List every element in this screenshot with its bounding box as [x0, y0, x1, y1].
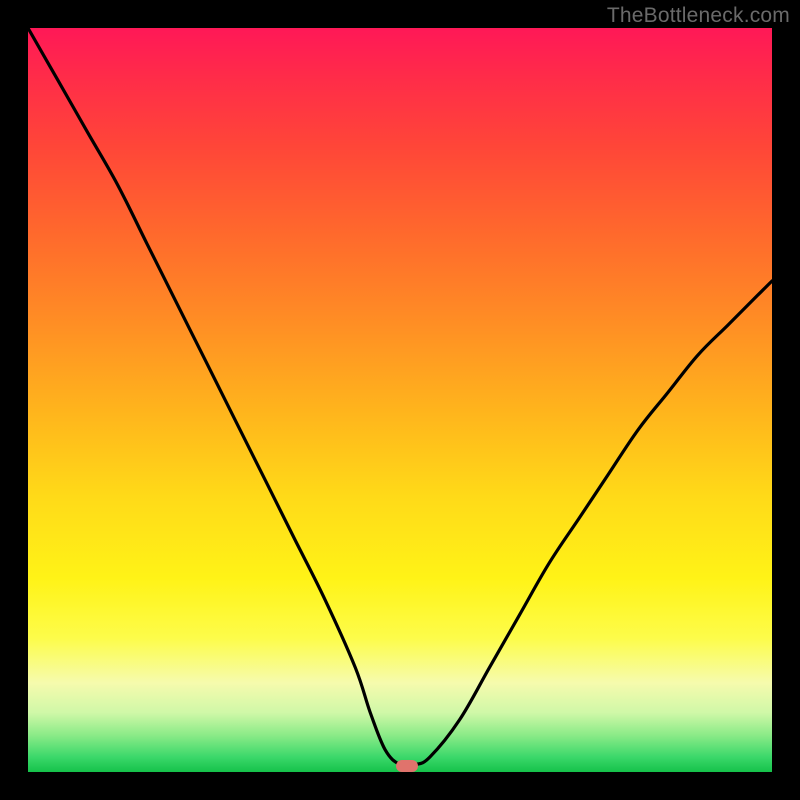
bottleneck-curve: [28, 28, 772, 772]
chart-plot-area: [28, 28, 772, 772]
watermark-text: TheBottleneck.com: [607, 4, 790, 28]
chart-frame: TheBottleneck.com: [0, 0, 800, 800]
optimal-marker: [396, 760, 418, 772]
